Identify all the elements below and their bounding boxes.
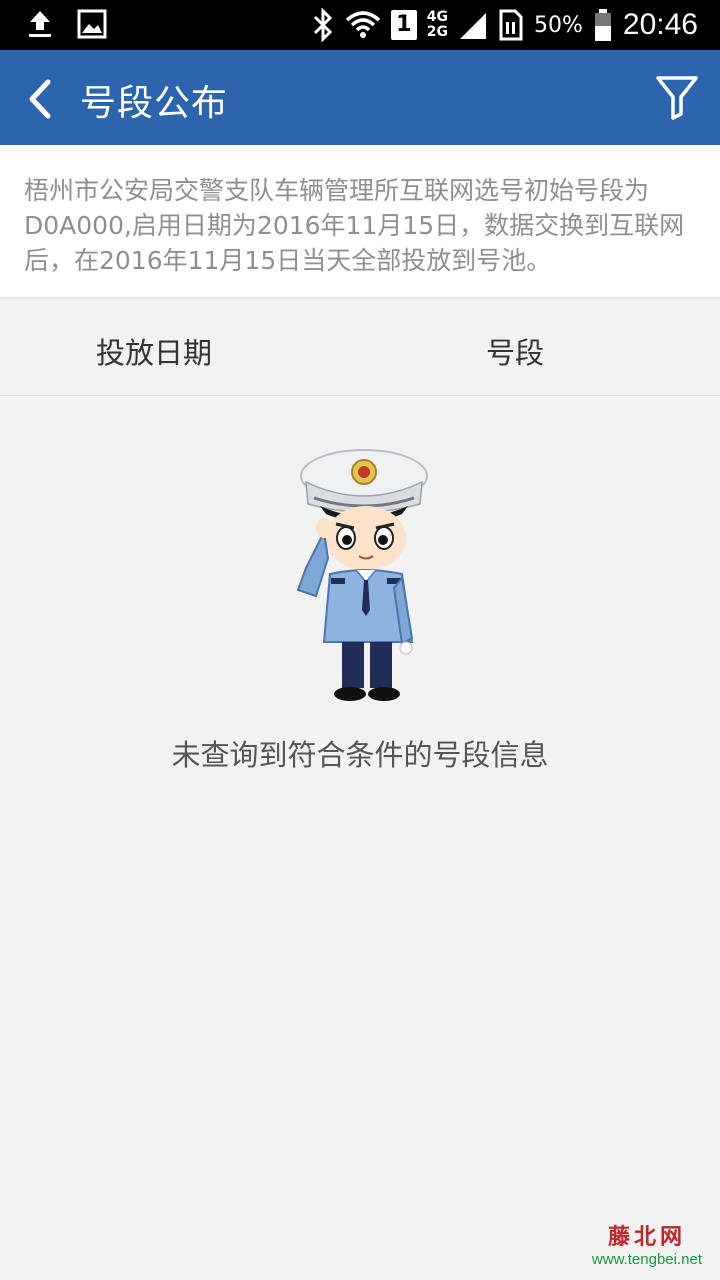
column-header-release-date: 投放日期 <box>96 336 213 370</box>
chevron-left-icon <box>29 79 51 119</box>
sim-slot-badge: 1 <box>390 10 417 40</box>
status-bar: 1 4G 2G 50% 20:46 <box>0 0 720 50</box>
battery-percent: 50% <box>534 12 583 38</box>
watermark-logo: 藤北网 <box>607 1224 686 1250</box>
clock: 20:46 <box>622 8 698 41</box>
watermark: 藤北网 www.tengbei.net <box>592 1219 702 1268</box>
net-type-bottom: 2G <box>426 24 449 40</box>
watermark-url: www.tengbei.net <box>591 1251 702 1268</box>
net-type-top: 4G <box>426 9 449 25</box>
bluetooth-icon <box>311 8 335 42</box>
battery-icon <box>593 8 613 42</box>
notice-panel: 梧州市公安局交警支队车辆管理所互联网选号初始号段为D0A000,启用日期为201… <box>0 145 720 298</box>
page-title: 号段公布 <box>80 83 229 124</box>
signal-icon <box>458 9 488 41</box>
empty-state-message: 未查询到符合条件的号段信息 <box>171 738 549 772</box>
network-type: 4G 2G <box>427 10 448 40</box>
table-header: 投放日期 号段 <box>0 299 720 396</box>
filter-button[interactable] <box>652 72 702 122</box>
app-bar: 号段公布 <box>0 50 720 145</box>
police-officer-illustration <box>284 448 434 708</box>
back-button[interactable] <box>18 70 68 126</box>
upload-icon <box>24 8 56 40</box>
wifi-icon <box>345 8 381 42</box>
sim-card-icon <box>498 9 524 41</box>
screen: 1 4G 2G 50% 20:46 号段公布 梧州市公安局交警支队车辆管理所互联… <box>0 0 720 1280</box>
column-header-segment: 号段 <box>486 336 545 370</box>
image-icon <box>76 8 108 40</box>
filter-icon <box>656 76 698 120</box>
notice-text: 梧州市公安局交警支队车辆管理所互联网选号初始号段为D0A000,启用日期为201… <box>24 176 685 275</box>
